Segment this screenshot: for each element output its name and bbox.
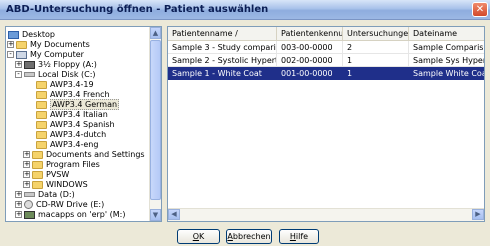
- scroll-left-button[interactable]: ◀: [168, 209, 180, 220]
- tree-expander[interactable]: -: [7, 51, 14, 58]
- table-cell: Sample White Coat.awp: [409, 67, 484, 80]
- dialog-window: ABD-Untersuchung öffnen - Patient auswäh…: [0, 0, 490, 246]
- column-header[interactable]: Untersuchungen: [343, 27, 409, 40]
- table-cell: 003-00-0000: [277, 41, 343, 54]
- scroll-right-button[interactable]: ▶: [472, 209, 484, 220]
- tree-item-label: AWP3.4-dutch: [50, 130, 107, 139]
- list-header: Patientenname /PatientenkennungUntersuch…: [168, 27, 484, 41]
- table-cell: Sample 3 - Study comparison: [168, 41, 277, 54]
- tree-item-label: Desktop: [22, 30, 55, 39]
- cd-icon: [24, 200, 33, 209]
- table-cell: 2: [343, 41, 409, 54]
- tree-item-label: Local Disk (C:): [38, 70, 96, 79]
- table-cell: 002-00-0000: [277, 54, 343, 67]
- ok-button[interactable]: OK: [177, 229, 220, 244]
- cancel-button[interactable]: Abbrechen: [226, 229, 272, 244]
- table-cell: 1: [343, 54, 409, 67]
- tree-vertical-scrollbar[interactable]: ▲ ▼: [149, 27, 161, 221]
- folder-icon: [36, 100, 47, 109]
- tree-expander[interactable]: +: [23, 171, 30, 178]
- table-cell: 1: [343, 67, 409, 80]
- tree-item-label: My Computer: [30, 50, 84, 59]
- folder-icon: [32, 180, 43, 189]
- tree-item[interactable]: macapps on 'erp' (M:): [24, 209, 125, 220]
- column-header[interactable]: Patientenname /: [168, 27, 277, 40]
- scroll-up-button[interactable]: ▲: [150, 27, 161, 39]
- scroll-down-button[interactable]: ▼: [150, 209, 161, 221]
- table-cell: 001-00-0000: [277, 67, 343, 80]
- tree-item-label: AWP3.4 Italian: [50, 110, 108, 119]
- folder-icon: [36, 110, 47, 119]
- desktop-icon: [8, 30, 19, 39]
- close-button[interactable]: ✕: [472, 2, 488, 17]
- column-header[interactable]: Dateiname: [409, 27, 484, 40]
- scroll-thumb[interactable]: [150, 40, 161, 200]
- tree-item-label: PVSW: [46, 170, 70, 179]
- floppy-icon: [24, 60, 35, 69]
- computer-icon: [16, 50, 27, 59]
- tree-item-label: WINDOWS: [46, 180, 88, 189]
- tree-item-label: AWP3.4 Spanish: [50, 120, 115, 129]
- title-bar[interactable]: ABD-Untersuchung öffnen - Patient auswäh…: [0, 0, 490, 20]
- folder-icon: [32, 160, 43, 169]
- folder-icon: [36, 130, 47, 139]
- table-row[interactable]: Sample 1 - White Coat 001-00-0000 1 Sample …: [168, 67, 484, 80]
- tree-item-label: Data (D:): [38, 190, 75, 199]
- tree-expander[interactable]: +: [15, 211, 22, 218]
- drive-icon: [24, 192, 35, 197]
- tree-item-label: AWP3.4-eng: [50, 140, 99, 149]
- column-header[interactable]: Patientenkennung: [277, 27, 343, 40]
- tree-expander[interactable]: +: [15, 201, 22, 208]
- folder-icon: [32, 150, 43, 159]
- help-button[interactable]: Hilfe: [279, 229, 319, 244]
- patient-list[interactable]: Patientenname /PatientenkennungUntersuch…: [167, 26, 485, 222]
- folder-icon: [32, 170, 43, 179]
- table-row[interactable]: Sample 2 - Systolic Hypertension002-00-0…: [168, 54, 484, 67]
- tree-expander[interactable]: +: [15, 191, 22, 198]
- tree-item-label: My Documents: [30, 40, 90, 49]
- tree-expander[interactable]: +: [23, 151, 30, 158]
- tree-item-label: Documents and Settings: [46, 150, 145, 159]
- list-horizontal-scrollbar[interactable]: ◀ ▶: [168, 208, 484, 221]
- tree-item-label: 3½ Floppy (A:): [38, 60, 97, 69]
- folder-icon: [36, 90, 47, 99]
- network-drive-icon: [24, 210, 35, 219]
- table-row[interactable]: Sample 3 - Study comparison003-00-00002S…: [168, 41, 484, 54]
- folder-tree[interactable]: ▲ ▼ Desktop + My Documents - My Computer +3½ …: [5, 26, 162, 222]
- tree-expander[interactable]: -: [15, 71, 22, 78]
- drive-icon: [24, 72, 35, 77]
- table-cell: Sample Comparison.awp: [409, 41, 484, 54]
- table-cell: Sample 1 - White Coat: [168, 67, 277, 80]
- folder-icon: [36, 140, 47, 149]
- folder-icon: [16, 40, 27, 49]
- window-title: ABD-Untersuchung öffnen - Patient auswäh…: [6, 4, 269, 15]
- tree-expander[interactable]: +: [23, 161, 30, 168]
- tree-expander[interactable]: +: [15, 61, 22, 68]
- tree-expander[interactable]: +: [7, 41, 14, 48]
- tree-item-label: Program Files: [46, 160, 100, 169]
- folder-icon: [36, 120, 47, 129]
- tree-expander[interactable]: +: [23, 181, 30, 188]
- table-cell: Sample Sys Hypertension.a: [409, 54, 484, 67]
- tree-item-label: AWP3.4 French: [50, 90, 110, 99]
- table-cell: Sample 2 - Systolic Hypertension: [168, 54, 277, 67]
- folder-icon: [36, 80, 47, 89]
- tree-item-label: CD-RW Drive (E:): [36, 200, 105, 209]
- tree-item-label: macapps on 'erp' (M:): [38, 210, 126, 219]
- tree-item-label: AWP3.4-19: [50, 80, 94, 89]
